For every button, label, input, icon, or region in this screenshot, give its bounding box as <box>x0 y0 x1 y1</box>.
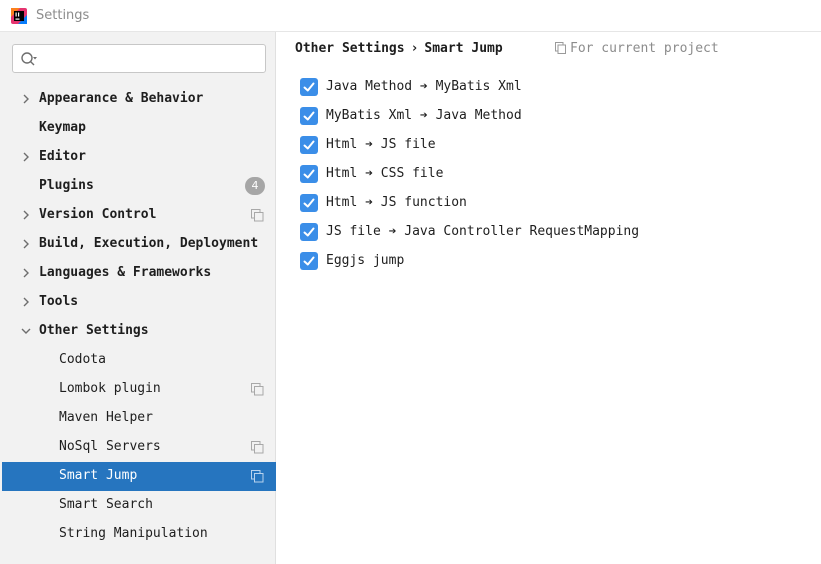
project-scope-icon <box>251 383 264 396</box>
sidebar-item-other-settings[interactable]: Other Settings <box>2 317 276 346</box>
checkmark-icon <box>303 256 315 266</box>
sidebar-item-languages-frameworks[interactable]: Languages & Frameworks <box>2 259 276 288</box>
sidebar-item-lombok-plugin[interactable]: Lombok plugin <box>2 375 276 404</box>
breadcrumb-current: Smart Jump <box>424 41 503 56</box>
sidebar-item-label: Plugins <box>39 178 94 193</box>
project-scope-icon <box>251 441 264 454</box>
settings-content: Other Settings › Smart Jump For current pr… <box>276 32 821 564</box>
sidebar-item-label: NoSql Servers <box>59 439 161 454</box>
checkmark-icon <box>303 169 315 179</box>
sidebar-item-appearance-behavior[interactable]: Appearance & Behavior <box>2 85 276 114</box>
settings-search-box[interactable] <box>12 44 266 73</box>
sidebar-item-label: Appearance & Behavior <box>39 91 204 106</box>
settings-sidebar: Appearance & Behavior Keymap Editor Plugins… <box>0 32 276 564</box>
intellij-app-icon <box>11 8 27 24</box>
option-checkbox[interactable] <box>300 78 318 96</box>
sidebar-item-label: Version Control <box>39 207 157 222</box>
settings-window: Settings Appearance & Behavior Keymap Edit… <box>0 0 821 564</box>
option-checkbox[interactable] <box>300 252 318 270</box>
project-scope-label: For current project <box>570 41 719 56</box>
title-bar: Settings <box>0 0 821 32</box>
sidebar-item-label: Tools <box>39 294 79 309</box>
search-input[interactable] <box>41 48 265 71</box>
option-label[interactable]: JS file ➔ Java Controller RequestMapping <box>326 224 639 239</box>
breadcrumb-separator: › <box>410 41 419 56</box>
option-checkbox[interactable] <box>300 165 318 183</box>
sidebar-item-version-control[interactable]: Version Control <box>2 201 276 230</box>
checkmark-icon <box>303 111 315 121</box>
sidebar-item-string-manipulation[interactable]: String Manipulation <box>2 520 276 549</box>
sidebar-item-codota[interactable]: Codota <box>2 346 276 375</box>
sidebar-item-build-execution-deployment[interactable]: Build, Execution, Deployment <box>2 230 276 259</box>
checkmark-icon <box>303 82 315 92</box>
option-label[interactable]: Html ➔ CSS file <box>326 166 443 181</box>
sidebar-item-nosql-servers[interactable]: NoSql Servers <box>2 433 276 462</box>
option-label[interactable]: MyBatis Xml ➔ Java Method <box>326 108 522 123</box>
chevron-right-icon[interactable] <box>20 296 32 308</box>
sidebar-item-label: Build, Execution, Deployment <box>39 236 259 251</box>
breadcrumb-parent[interactable]: Other Settings <box>295 41 405 56</box>
breadcrumb: Other Settings › Smart Jump <box>295 41 503 56</box>
window-title: Settings <box>36 8 90 23</box>
chevron-right-icon[interactable] <box>20 93 32 105</box>
project-scope-icon <box>251 470 264 483</box>
option-checkbox[interactable] <box>300 136 318 154</box>
sidebar-item-smart-jump[interactable]: Smart Jump <box>2 462 276 491</box>
option-checkbox[interactable] <box>300 194 318 212</box>
sidebar-item-label: Lombok plugin <box>59 381 161 396</box>
sidebar-item-label: Smart Jump <box>59 468 138 483</box>
sidebar-item-label: Other Settings <box>39 323 149 338</box>
chevron-right-icon[interactable] <box>20 238 32 250</box>
option-label[interactable]: Html ➔ JS file <box>326 137 436 152</box>
project-scope-hint: For current project <box>555 41 719 56</box>
chevron-right-icon[interactable] <box>20 209 32 221</box>
chevron-right-icon[interactable] <box>20 267 32 279</box>
search-icon[interactable] <box>20 51 38 67</box>
sidebar-item-label: Smart Search <box>59 497 153 512</box>
sidebar-item-editor[interactable]: Editor <box>2 143 276 172</box>
project-scope-icon <box>251 209 264 222</box>
checkmark-icon <box>303 227 315 237</box>
sidebar-item-tools[interactable]: Tools <box>2 288 276 317</box>
checkmark-icon <box>303 198 315 208</box>
chevron-down-icon[interactable] <box>20 325 32 337</box>
project-scope-icon <box>555 42 566 54</box>
sidebar-item-keymap[interactable]: Keymap <box>2 114 276 143</box>
checkmark-icon <box>303 140 315 150</box>
sidebar-item-label: Languages & Frameworks <box>39 265 212 280</box>
update-count-badge: 4 <box>245 177 265 195</box>
option-checkbox[interactable] <box>300 223 318 241</box>
option-checkbox[interactable] <box>300 107 318 125</box>
sidebar-item-label: Maven Helper <box>59 410 153 425</box>
sidebar-item-smart-search[interactable]: Smart Search <box>2 491 276 520</box>
sidebar-item-maven-helper[interactable]: Maven Helper <box>2 404 276 433</box>
sidebar-item-label: String Manipulation <box>59 526 208 541</box>
option-label[interactable]: Html ➔ JS function <box>326 195 467 210</box>
sidebar-item-plugins[interactable]: Plugins 4 <box>2 172 276 201</box>
sidebar-item-label: Keymap <box>39 120 86 135</box>
chevron-right-icon[interactable] <box>20 151 32 163</box>
sidebar-item-label: Codota <box>59 352 106 367</box>
sidebar-item-label: Editor <box>39 149 86 164</box>
option-label[interactable]: Eggjs jump <box>326 253 404 268</box>
option-label[interactable]: Java Method ➔ MyBatis Xml <box>326 79 522 94</box>
